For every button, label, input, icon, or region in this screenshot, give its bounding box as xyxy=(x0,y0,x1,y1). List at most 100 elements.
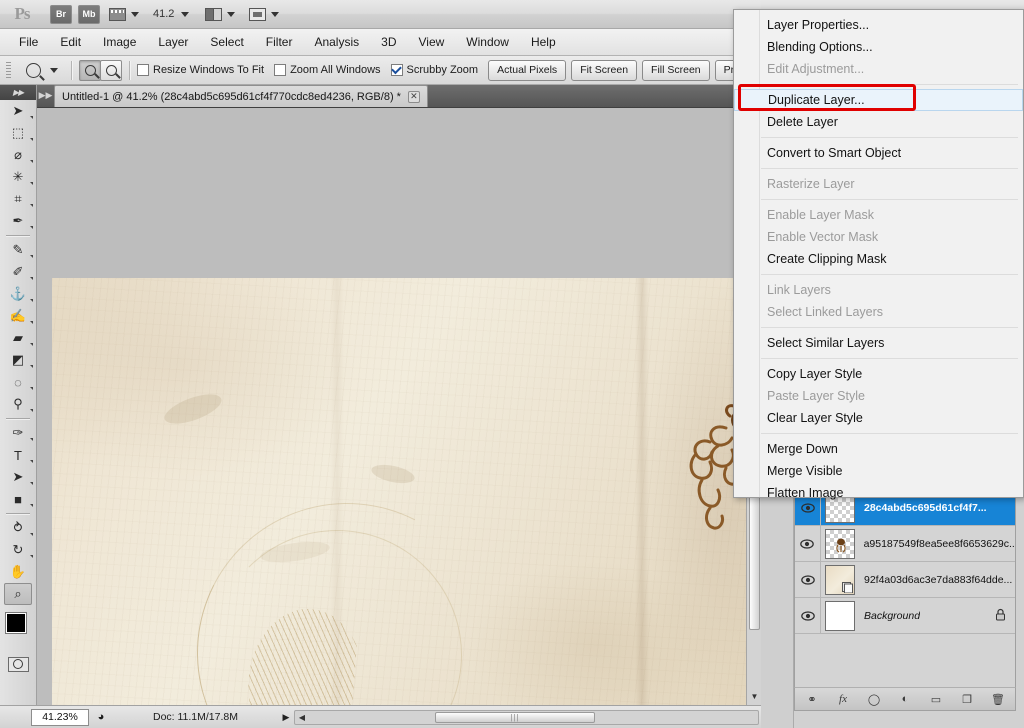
tabbar-collapse-icon[interactable]: ▶▶ xyxy=(37,84,54,107)
tool-brush[interactable]: ✐ xyxy=(0,261,36,283)
menu-filter[interactable]: Filter xyxy=(255,32,304,52)
table-row[interactable]: 92f4a03d6ac3e7da883f64dde... xyxy=(795,561,1015,598)
document-tab[interactable]: Untitled-1 @ 41.2% (28c4abd5c695d61cf4f7… xyxy=(54,85,428,107)
tool-move[interactable]: ➤ xyxy=(0,100,36,122)
preview-icon[interactable]: ◕ xyxy=(89,709,113,726)
scrubby-zoom-checkbox[interactable]: Scrubby Zoom xyxy=(390,64,478,76)
menu-item-convert-to-smart-object[interactable]: Convert to Smart Object xyxy=(734,142,1023,164)
options-bar-grip[interactable] xyxy=(6,61,11,79)
foreground-color-swatch[interactable] xyxy=(6,613,26,633)
toolbox-collapse-handle[interactable]: ▶▶ xyxy=(0,85,36,100)
tool-blur[interactable]: ◌ xyxy=(0,371,36,393)
menu-item-flatten-image[interactable]: Flatten Image xyxy=(734,482,1023,504)
tool-type[interactable]: T xyxy=(0,444,36,466)
menu-help[interactable]: Help xyxy=(520,32,567,52)
tool-marquee[interactable]: ⬚ xyxy=(0,122,36,144)
chevron-down-icon[interactable]: ▼ xyxy=(748,690,761,703)
menu-view[interactable]: View xyxy=(407,32,455,52)
menu-edit[interactable]: Edit xyxy=(49,32,92,52)
actual-pixels-button[interactable]: Actual Pixels xyxy=(488,59,567,81)
layer-visibility-toggle[interactable] xyxy=(795,561,821,598)
tool-crop[interactable]: ⌗ xyxy=(0,188,36,210)
layers-list: 28c4abd5c695d61cf4f7... a95187549f8ea5ee… xyxy=(795,489,1015,634)
document-tab-bar: ▶▶ Untitled-1 @ 41.2% (28c4abd5c695d61cf… xyxy=(37,85,761,108)
menu-item-copy-layer-style[interactable]: Copy Layer Style xyxy=(734,363,1023,385)
layer-visibility-toggle[interactable] xyxy=(795,525,821,562)
menu-item-rasterize-layer: Rasterize Layer xyxy=(767,177,855,191)
tool-3d-camera-rotate[interactable]: ↻ xyxy=(0,539,36,561)
tool-quick-selection[interactable]: ✳ xyxy=(0,166,36,188)
tool-zoom[interactable]: ⌕ xyxy=(4,583,32,605)
menu-layer[interactable]: Layer xyxy=(147,32,199,52)
menu-item-clear-layer-style[interactable]: Clear Layer Style xyxy=(734,407,1023,429)
layer-name: a95187549f8ea5ee8f6653629c... xyxy=(863,537,1015,550)
layer-thumbnail[interactable] xyxy=(825,564,855,595)
menu-item-layer-properties[interactable]: Layer Properties... xyxy=(734,14,1023,36)
table-row[interactable]: Background xyxy=(795,597,1015,634)
zoom-in-button[interactable] xyxy=(79,59,101,81)
menu-file[interactable]: File xyxy=(8,32,49,52)
tool-lasso[interactable]: ⌀ xyxy=(0,144,36,166)
tool-3d-object-rotate[interactable]: ⥁ xyxy=(0,517,36,539)
layer-style-fx-icon[interactable]: fx xyxy=(835,691,851,707)
menu-window[interactable]: Window xyxy=(455,32,520,52)
tool-hand[interactable]: ✋ xyxy=(0,561,36,583)
tool-rectangle[interactable]: ■ xyxy=(0,488,36,510)
tool-gradient[interactable]: ◩ xyxy=(0,349,36,371)
layer-thumbnail[interactable] xyxy=(825,600,855,631)
add-layer-mask-icon[interactable]: ◯ xyxy=(866,691,882,707)
canvas-hscroll-thumb[interactable]: ||| xyxy=(435,711,595,723)
close-icon[interactable]: ✕ xyxy=(407,90,420,103)
canvas-horizontal-scrollbar[interactable]: ◀ ||| xyxy=(294,709,759,725)
menu-item-create-clipping-mask[interactable]: Create Clipping Mask xyxy=(734,248,1023,270)
zoom-out-button[interactable] xyxy=(100,59,122,81)
launch-bridge-button[interactable]: Br xyxy=(50,4,72,24)
table-row[interactable]: a95187549f8ea5ee8f6653629c... xyxy=(795,525,1015,562)
tool-history-brush[interactable]: ✍ xyxy=(0,305,36,327)
new-group-icon[interactable]: ▭ xyxy=(928,691,944,707)
parchment-crease-1 xyxy=(634,278,649,705)
launch-mini-bridge-button[interactable]: Mb xyxy=(78,4,100,24)
arrange-documents-menu[interactable] xyxy=(205,0,236,29)
tool-pen[interactable]: ✑ xyxy=(0,422,36,444)
layer-thumbnail[interactable] xyxy=(824,528,855,559)
zoom-out-icon xyxy=(105,64,117,76)
tool-dodge[interactable]: ⚲ xyxy=(0,393,36,415)
tool-clone-stamp[interactable]: ⚓ xyxy=(0,283,36,305)
scroll-left-icon[interactable]: ◀ xyxy=(295,713,309,722)
document-size-info: Doc: 11.1M/17.8M xyxy=(152,711,238,723)
new-layer-icon[interactable]: ❐ xyxy=(959,691,975,707)
quick-mask-toggle[interactable] xyxy=(0,653,36,675)
zoom-percentage-field[interactable]: 41.23% xyxy=(31,708,89,726)
menu-item-duplicate-layer[interactable]: Duplicate Layer... xyxy=(734,89,1023,111)
menu-item-paste-layer-style: Paste Layer Style xyxy=(767,389,865,403)
tool-spot-healing-brush[interactable]: ✎ xyxy=(0,239,36,261)
zoom-chevron-down-icon[interactable] xyxy=(181,11,190,17)
link-layers-icon[interactable]: ⚭ xyxy=(804,691,820,707)
menu-item-merge-visible[interactable]: Merge Visible xyxy=(734,460,1023,482)
menu-item-delete-layer[interactable]: Delete Layer xyxy=(734,111,1023,133)
tool-eyedropper[interactable]: ✒ xyxy=(0,210,36,232)
menu-analysis[interactable]: Analysis xyxy=(303,32,370,52)
menu-select[interactable]: Select xyxy=(199,32,254,52)
canvas-area[interactable] xyxy=(37,108,746,705)
menu-3d[interactable]: 3D xyxy=(370,32,407,52)
zoom-all-windows-checkbox[interactable]: Zoom All Windows xyxy=(274,64,381,76)
fill-screen-button[interactable]: Fill Screen xyxy=(642,59,710,81)
resize-windows-to-fit-checkbox[interactable]: Resize Windows To Fit xyxy=(137,64,264,76)
menu-item-select-similar-layers[interactable]: Select Similar Layers xyxy=(734,332,1023,354)
screen-mode-menu[interactable] xyxy=(249,0,280,29)
menu-image[interactable]: Image xyxy=(92,32,147,52)
layer-visibility-toggle[interactable] xyxy=(795,597,821,634)
tool-eraser[interactable]: ▰ xyxy=(0,327,36,349)
menu-item-blending-options[interactable]: Blending Options... xyxy=(734,36,1023,58)
menu-item-merge-down[interactable]: Merge Down xyxy=(734,438,1023,460)
view-extras-menu[interactable] xyxy=(109,0,139,29)
triangle-right-icon[interactable]: ▶ xyxy=(278,712,294,723)
fit-screen-button[interactable]: Fit Screen xyxy=(571,59,638,81)
new-adjustment-layer-icon[interactable]: ◐ xyxy=(897,691,913,707)
context-menu-divider xyxy=(761,199,1018,200)
tool-path-selection[interactable]: ➤ xyxy=(0,466,36,488)
delete-layer-icon[interactable]: 🗑 xyxy=(990,691,1006,707)
active-tool-preset[interactable] xyxy=(26,62,58,78)
